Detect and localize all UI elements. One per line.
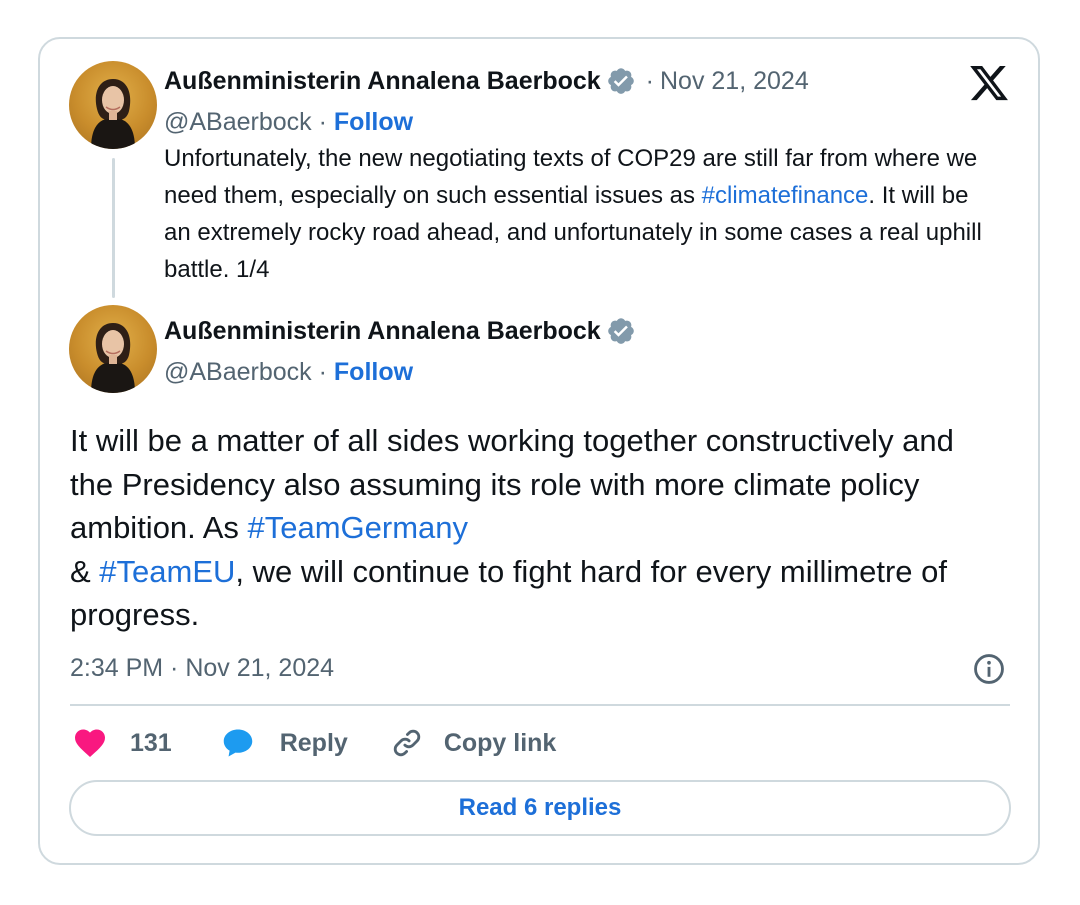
tweet-actions-bar: 131 Reply Copy link xyxy=(72,722,556,764)
follow-button[interactable]: Follow xyxy=(334,358,413,386)
read-replies-label: Read 6 replies xyxy=(458,794,622,821)
tweet-date[interactable]: Nov 21, 2024 xyxy=(660,66,809,96)
hashtag-link[interactable]: #TeamGermany xyxy=(247,510,468,545)
read-replies-button[interactable]: Read 6 replies xyxy=(69,780,1011,836)
thread-connector-line xyxy=(112,158,115,298)
like-count: 131 xyxy=(130,728,172,757)
avatar[interactable] xyxy=(69,305,157,393)
tweet-text-segment: It will be a matter of all sides working… xyxy=(70,423,954,545)
divider xyxy=(70,704,1010,706)
info-icon[interactable] xyxy=(972,652,1006,686)
handle[interactable]: @ABaerbock xyxy=(164,358,312,386)
copy-link-label: Copy link xyxy=(443,728,557,757)
tweet-timestamp[interactable]: 2:34 PM · Nov 21, 2024 xyxy=(70,652,334,684)
display-name[interactable]: Außenministerin Annalena Baerbock xyxy=(164,316,601,346)
link-icon xyxy=(393,729,421,757)
quoted-tweet-handle-row: @ABaerbock · Follow xyxy=(164,107,413,137)
separator: · xyxy=(318,358,327,386)
hashtag-link[interactable]: #TeamEU xyxy=(99,554,235,589)
hashtag-link[interactable]: #climatefinance xyxy=(702,182,869,209)
separator: · xyxy=(318,108,327,136)
reply-button[interactable]: Reply xyxy=(220,725,348,761)
verified-badge-icon xyxy=(607,68,634,94)
heart-icon xyxy=(75,729,105,758)
quoted-tweet-header: Außenministerin Annalena Baerbock · Nov … xyxy=(164,66,809,96)
speech-bubble-icon xyxy=(223,729,252,757)
main-tweet-header: Außenministerin Annalena Baerbock xyxy=(164,316,636,346)
avatar[interactable] xyxy=(69,61,157,149)
like-button[interactable]: 131 xyxy=(72,725,172,761)
quoted-tweet-text: Unfortunately, the new negotiating texts… xyxy=(164,140,984,288)
follow-button[interactable]: Follow xyxy=(334,108,413,136)
copy-link-button[interactable]: Copy link xyxy=(390,726,557,760)
display-name[interactable]: Außenministerin Annalena Baerbock xyxy=(164,66,601,96)
main-tweet-text: It will be a matter of all sides working… xyxy=(70,419,1000,637)
x-logo-icon[interactable] xyxy=(968,62,1010,104)
verified-badge-icon xyxy=(607,318,634,344)
reply-label: Reply xyxy=(279,728,348,757)
separator: · xyxy=(645,67,654,95)
tweet-text-segment: & xyxy=(70,553,100,589)
handle[interactable]: @ABaerbock xyxy=(164,108,312,136)
main-tweet-handle-row: @ABaerbock · Follow xyxy=(164,357,413,387)
